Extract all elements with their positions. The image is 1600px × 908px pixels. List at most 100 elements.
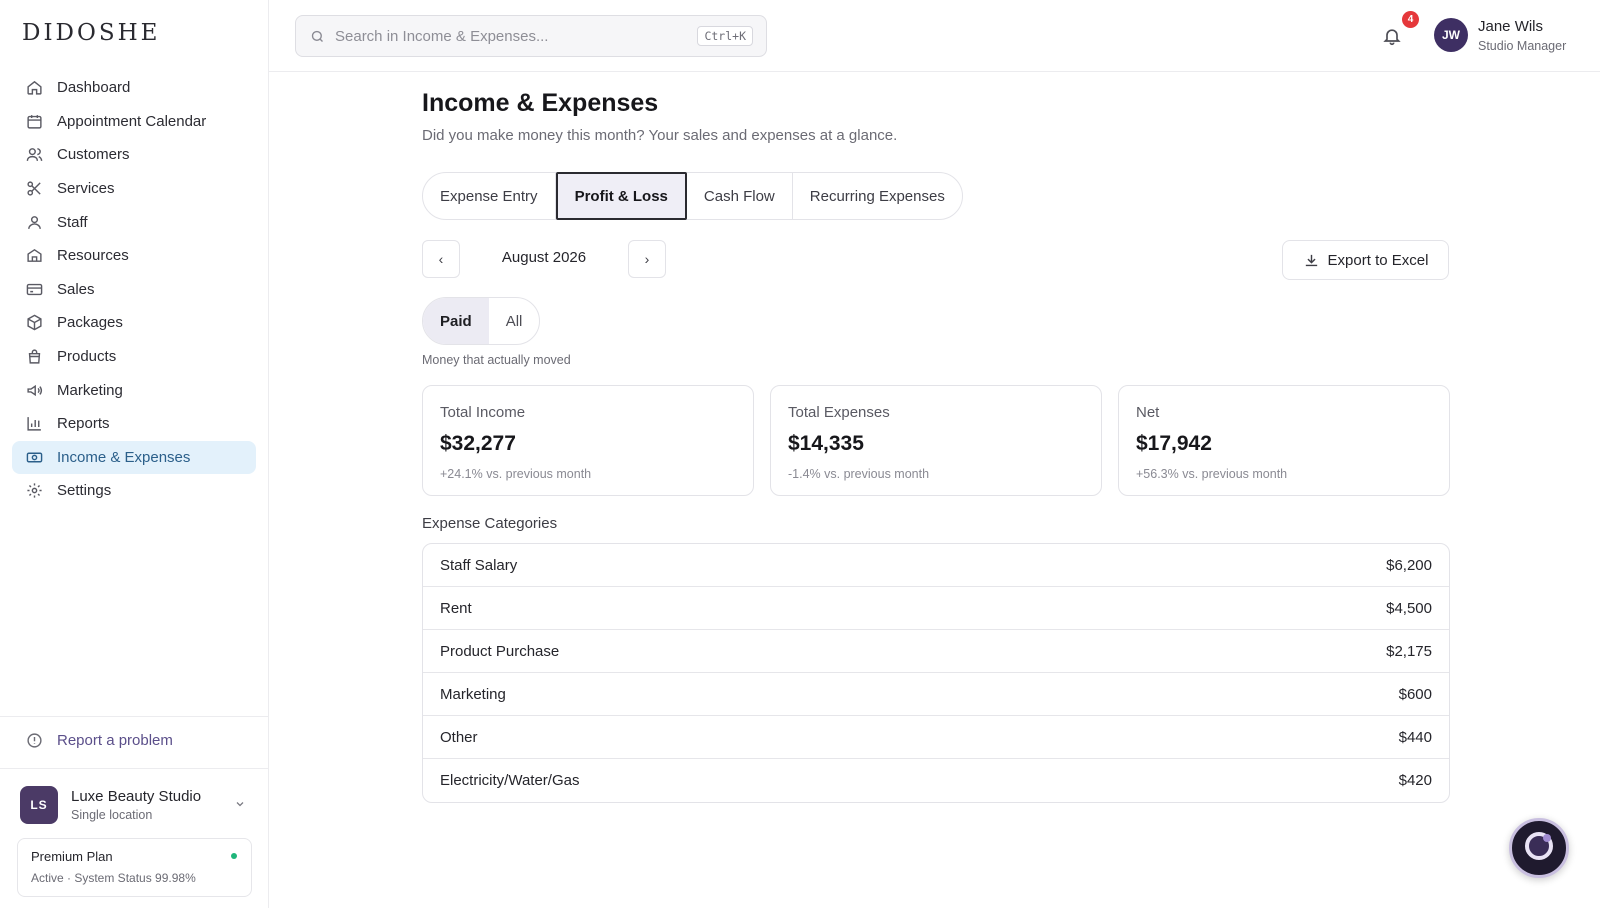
category-name: Electricity/Water/Gas — [440, 772, 580, 789]
user-avatar[interactable]: JW — [1434, 18, 1468, 52]
report-problem-label: Report a problem — [57, 732, 173, 749]
assistant-orb-icon — [1522, 829, 1556, 868]
filter-paid-option[interactable]: Paid — [423, 298, 489, 344]
table-row: Marketing $600 — [423, 673, 1449, 716]
notification-badge: 4 — [1402, 11, 1419, 28]
category-name: Staff Salary — [440, 556, 518, 574]
next-month-button[interactable]: › — [628, 240, 666, 278]
building-icon — [26, 247, 43, 264]
expense-categories-title: Expense Categories — [422, 515, 558, 532]
brand-logo[interactable]: DIDOSHE — [22, 20, 160, 46]
sidebar-item-staff[interactable]: Staff — [12, 205, 256, 239]
sidebar-item-label: Packages — [57, 314, 123, 332]
tab-profit-loss[interactable]: Profit & Loss — [555, 172, 687, 220]
megaphone-icon — [26, 382, 43, 399]
category-name: Other — [440, 728, 478, 746]
category-amount: $440 — [1398, 728, 1432, 746]
search-icon — [310, 29, 325, 44]
sidebar-item-services[interactable]: Services — [12, 172, 256, 206]
report-problem-link[interactable]: Report a problem — [26, 732, 173, 749]
user-name[interactable]: Jane Wils — [1478, 18, 1543, 35]
sidebar-item-customers[interactable]: Customers — [12, 138, 256, 172]
export-label: Export to Excel — [1327, 251, 1429, 269]
user-role: Studio Manager — [1478, 39, 1567, 53]
gear-icon — [26, 482, 43, 499]
alert-circle-icon — [26, 732, 43, 749]
previous-month-button[interactable]: ‹ — [422, 240, 460, 278]
sidebar-item-sales[interactable]: Sales — [12, 273, 256, 307]
studio-switcher[interactable]: LS Luxe Beauty Studio Single location — [20, 785, 250, 825]
status-dot — [231, 853, 237, 859]
page-subtitle: Did you make money this month? Your sale… — [422, 127, 898, 144]
search-input[interactable]: Search in Income & Expenses... Ctrl+K — [295, 15, 767, 57]
sidebar-item-settings[interactable]: Settings — [12, 474, 256, 508]
banknote-icon — [26, 449, 43, 466]
sidebar-item-marketing[interactable]: Marketing — [12, 373, 256, 407]
studio-info: Luxe Beauty Studio Single location — [71, 788, 201, 822]
table-row: Electricity/Water/Gas $420 — [423, 759, 1449, 802]
home-icon — [26, 79, 43, 96]
sidebar-item-products[interactable]: Products — [12, 340, 256, 374]
export-excel-button[interactable]: Export to Excel — [1282, 240, 1449, 280]
sidebar-item-label: Settings — [57, 482, 112, 500]
filter-all-option[interactable]: All — [489, 298, 540, 344]
sidebar-item-packages[interactable]: Packages — [12, 306, 256, 340]
sidebar-item-reports[interactable]: Reports — [12, 407, 256, 441]
total-expenses-card: Total Expenses $14,335 -1.4% vs. previou… — [770, 385, 1102, 496]
payment-filter-toggle: Paid All — [422, 297, 541, 345]
chevron-down-icon — [234, 798, 246, 813]
assistant-launcher-button[interactable] — [1509, 818, 1569, 878]
total-income-card: Total Income $32,277 +24.1% vs. previous… — [422, 385, 754, 496]
sidebar-item-appointment-calendar[interactable]: Appointment Calendar — [12, 105, 256, 139]
sidebar-item-income-expenses[interactable]: Income & Expenses — [12, 440, 256, 475]
bar-chart-icon — [26, 415, 43, 432]
sidebar-item-label: Dashboard — [57, 79, 131, 97]
sidebar-item-label: Sales — [57, 280, 95, 298]
sidebar-item-dashboard[interactable]: Dashboard — [12, 71, 256, 105]
sidebar-item-resources[interactable]: Resources — [12, 239, 256, 273]
category-name: Marketing — [440, 685, 506, 703]
studio-name: Luxe Beauty Studio — [71, 788, 202, 805]
card-value: $32,277 — [440, 432, 516, 455]
search-placeholder: Search in Income & Expenses... — [335, 27, 549, 45]
sidebar: DIDOSHE Dashboard Appointment Calendar C… — [0, 0, 269, 908]
card-delta: +24.1% vs. previous month — [440, 467, 592, 481]
net-card: Net $17,942 +56.3% vs. previous month — [1118, 385, 1450, 496]
search-shortcut: Ctrl+K — [697, 26, 753, 46]
table-row: Other $440 — [423, 716, 1449, 759]
category-name: Product Purchase — [440, 642, 560, 660]
plan-card: Premium Plan Active · System Status 99.9… — [17, 838, 252, 897]
card-value: $17,942 — [1136, 432, 1212, 455]
tab-recurring-expenses[interactable]: Recurring Expenses — [793, 173, 962, 219]
credit-card-icon — [26, 281, 43, 298]
category-amount: $420 — [1398, 772, 1432, 789]
plan-status: Active · System Status 99.98% — [31, 871, 196, 885]
card-delta: +56.3% vs. previous month — [1136, 467, 1288, 481]
table-row: Staff Salary $6,200 — [423, 544, 1449, 587]
calendar-icon — [26, 113, 43, 130]
users-icon — [26, 146, 43, 163]
sidebar-item-label: Income & Expenses — [57, 448, 191, 466]
box-icon — [26, 314, 43, 331]
scissors-icon — [26, 180, 43, 197]
bell-icon[interactable] — [1382, 26, 1402, 46]
sidebar-nav: Dashboard Appointment Calendar Customers… — [12, 71, 256, 508]
studio-subtitle: Single location — [71, 808, 153, 822]
filter-hint: Money that actually moved — [422, 353, 571, 367]
category-name: Rent — [440, 599, 472, 617]
sidebar-item-label: Marketing — [57, 381, 123, 399]
sidebar-item-label: Products — [57, 348, 117, 366]
table-row: Rent $4,500 — [423, 587, 1449, 630]
tab-expense-entry[interactable]: Expense Entry — [423, 173, 556, 219]
tab-cash-flow[interactable]: Cash Flow — [687, 173, 793, 219]
table-row: Product Purchase $2,175 — [423, 630, 1449, 673]
category-amount: $600 — [1398, 685, 1432, 703]
bag-icon — [26, 348, 43, 365]
page-title: Income & Expenses — [422, 89, 659, 117]
card-label: Total Income — [440, 404, 526, 421]
sidebar-divider — [0, 716, 269, 717]
sidebar-item-label: Staff — [57, 213, 88, 231]
sidebar-item-label: Resources — [57, 247, 129, 265]
sidebar-item-label: Customers — [57, 146, 130, 164]
card-label: Net — [1136, 404, 1160, 421]
